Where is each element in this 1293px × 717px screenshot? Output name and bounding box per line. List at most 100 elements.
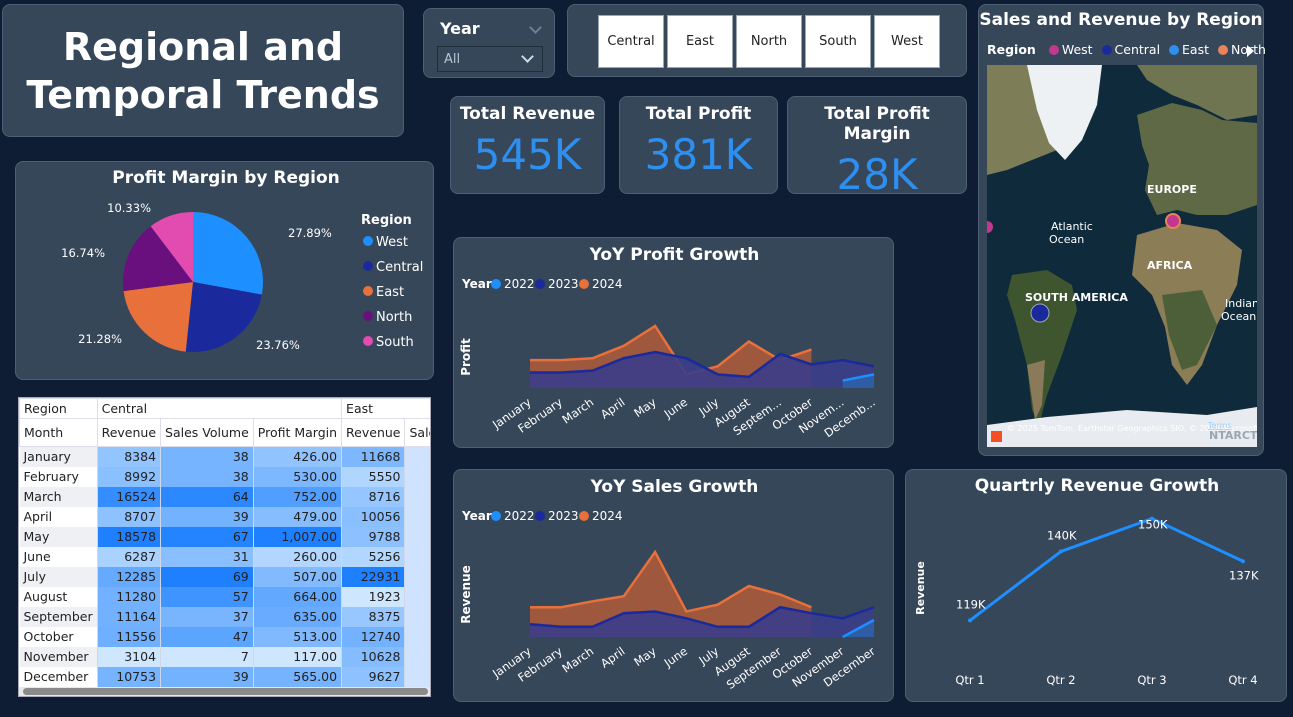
table-row[interactable]: May 18578 67 1,007.00 9788 bbox=[19, 526, 430, 547]
kpi-total-profit-margin: Total Profit Margin 28K bbox=[787, 96, 967, 199]
matrix-cell-central-sales-volume: 39 bbox=[160, 666, 254, 687]
matrix-cell-east-sales-volume bbox=[404, 606, 430, 627]
matrix-row-header: Month bbox=[19, 418, 98, 447]
map-terms-link[interactable]: Terms bbox=[1207, 421, 1232, 430]
matrix-cell-central-revenue: 3104 bbox=[97, 646, 162, 667]
matrix-table[interactable]: Region Central East Month Revenue Sales … bbox=[19, 398, 430, 687]
table-row[interactable]: September 11164 37 635.00 8375 bbox=[19, 606, 430, 627]
table-row[interactable]: March 16524 64 752.00 8716 bbox=[19, 486, 430, 507]
map-visual[interactable]: Sales and Revenue by Region Region West … bbox=[978, 4, 1266, 456]
x-tick-label: Qtr 4 bbox=[1228, 673, 1257, 687]
table-row[interactable]: April 8707 39 479.00 10056 bbox=[19, 506, 430, 527]
matrix-column-header[interactable]: Profit Margin bbox=[252, 418, 343, 447]
matrix-cell-east-revenue: 5550 bbox=[341, 466, 406, 487]
legend-next-arrow-icon[interactable] bbox=[1245, 44, 1255, 58]
matrix-cell-east-revenue: 8716 bbox=[341, 486, 406, 507]
x-tick-label: Qtr 2 bbox=[1046, 673, 1075, 687]
pie-legend-item: North bbox=[376, 310, 412, 325]
matrix-cell-central-profit-margin: 507.00 bbox=[253, 566, 343, 587]
matrix-cell-central-profit-margin: 1,007.00 bbox=[253, 526, 343, 547]
year-slicer[interactable]: Year All bbox=[423, 8, 555, 78]
region-button-west[interactable]: West bbox=[874, 15, 940, 68]
horizontal-scrollbar[interactable] bbox=[19, 687, 430, 696]
pie-legend-title: Region bbox=[361, 213, 412, 228]
legend-marker-icon bbox=[491, 511, 501, 521]
region-month-matrix[interactable]: Region Central East Month Revenue Sales … bbox=[18, 397, 431, 697]
chart-y-axis-label: Profit bbox=[459, 338, 473, 376]
map-legend-item: West bbox=[1061, 42, 1093, 57]
matrix-cell-east-revenue: 9627 bbox=[341, 666, 406, 687]
matrix-cell-central-profit-margin: 565.00 bbox=[253, 666, 343, 687]
quarterly-revenue-chart[interactable]: Quartrly Revenue Growth Revenue 119K Qtr 1 1… bbox=[906, 470, 1288, 703]
table-row[interactable]: October 11556 47 513.00 12740 bbox=[19, 626, 430, 647]
matrix-cell-central-sales-volume: 57 bbox=[160, 586, 254, 607]
matrix-cell-east-revenue: 11668 bbox=[341, 446, 406, 467]
table-row[interactable]: November 3104 7 117.00 10628 bbox=[19, 646, 430, 667]
matrix-month-cell: January bbox=[19, 446, 98, 467]
matrix-cell-east-revenue: 9788 bbox=[341, 526, 406, 547]
revenue-line bbox=[969, 516, 1244, 622]
title-card: Regional and Temporal Trends bbox=[2, 4, 404, 137]
kpi-label: Total Profit bbox=[645, 104, 752, 124]
matrix-cell-east-sales-volume bbox=[404, 546, 430, 567]
matrix-column-header[interactable]: Revenue bbox=[96, 418, 162, 447]
matrix-cell-east-revenue: 10056 bbox=[341, 506, 406, 527]
matrix-column-header[interactable]: Revenue bbox=[341, 418, 406, 447]
region-button-east[interactable]: East bbox=[667, 15, 733, 68]
matrix-cell-east-sales-volume bbox=[404, 526, 430, 547]
legend-marker-icon bbox=[491, 279, 501, 289]
matrix-cell-east-sales-volume bbox=[404, 486, 430, 507]
page-title: Regional and Temporal Trends bbox=[26, 24, 380, 117]
matrix-column-header[interactable]: Sales Volume bbox=[404, 418, 430, 447]
map-label-africa: AFRICA bbox=[1147, 259, 1193, 272]
kpi-total-revenue: Total Revenue 545K bbox=[450, 96, 605, 194]
matrix-group-header-label: Region bbox=[19, 398, 98, 419]
chart-legend-item: 2022 bbox=[504, 277, 535, 291]
map-label-south-america: SOUTH AMERICA bbox=[1025, 291, 1128, 304]
matrix-cell-central-revenue: 8707 bbox=[97, 506, 162, 527]
chart-title: Quartrly Revenue Growth bbox=[975, 476, 1220, 496]
yoy-profit-chart-panel: YoY Profit Growth Year 2022 2023 2024 Profit J… bbox=[453, 237, 894, 448]
year-dropdown[interactable]: All bbox=[437, 46, 543, 72]
scrollbar-thumb[interactable] bbox=[23, 688, 428, 695]
table-row[interactable]: July 12285 69 507.00 22931 bbox=[19, 566, 430, 587]
table-row[interactable]: December 10753 39 565.00 9627 bbox=[19, 666, 430, 687]
year-slicer-label: Year bbox=[440, 19, 480, 38]
matrix-cell-central-profit-margin: 260.00 bbox=[253, 546, 343, 567]
pie-data-label: 23.76% bbox=[256, 338, 300, 352]
matrix-month-cell: July bbox=[19, 566, 98, 587]
legend-marker-icon bbox=[363, 311, 373, 321]
region-button-south[interactable]: South bbox=[805, 15, 871, 68]
matrix-cell-central-revenue: 16524 bbox=[97, 486, 162, 507]
yoy-profit-chart[interactable]: YoY Profit Growth Year 2022 2023 2024 Profit J… bbox=[454, 238, 895, 449]
chevron-down-icon[interactable] bbox=[529, 21, 542, 34]
region-button-north[interactable]: North bbox=[736, 15, 802, 68]
matrix-cell-central-sales-volume: 31 bbox=[160, 546, 254, 567]
matrix-cell-east-sales-volume bbox=[404, 566, 430, 587]
yoy-sales-chart[interactable]: YoY Sales Growth Year 2022 2023 2024 Revenue J… bbox=[454, 470, 895, 703]
matrix-month-cell: March bbox=[19, 486, 98, 507]
pie-data-label: 16.74% bbox=[61, 246, 105, 260]
x-tick-label: March bbox=[560, 644, 597, 676]
table-row[interactable]: January 8384 38 426.00 11668 bbox=[19, 446, 430, 467]
chevron-down-icon bbox=[521, 50, 534, 63]
matrix-column-header[interactable]: Sales Volume bbox=[160, 418, 254, 447]
matrix-cell-east-revenue: 12740 bbox=[341, 626, 406, 647]
table-row[interactable]: June 6287 31 260.00 5256 bbox=[19, 546, 430, 567]
pie-slice-west[interactable] bbox=[193, 212, 263, 295]
table-row[interactable]: August 11280 57 664.00 1923 bbox=[19, 586, 430, 607]
pie-legend-item: East bbox=[376, 285, 404, 300]
x-tick-label: May bbox=[631, 644, 659, 669]
kpi-label: Total Revenue bbox=[459, 104, 596, 124]
matrix-group-central[interactable]: Central bbox=[96, 398, 343, 419]
matrix-cell-central-revenue: 18578 bbox=[97, 526, 162, 547]
map-canvas[interactable]: EUROPE Atlantic Ocean AFRICA SOUTH AMERIC… bbox=[987, 65, 1257, 447]
data-label: 119K bbox=[956, 597, 986, 611]
quarterly-revenue-chart-panel: Quartrly Revenue Growth Revenue 119K Qtr 1 1… bbox=[905, 469, 1287, 702]
chart-title: YoY Profit Growth bbox=[589, 245, 760, 265]
pie-slice-east[interactable] bbox=[123, 282, 193, 352]
matrix-group-east[interactable]: East bbox=[341, 398, 430, 419]
table-row[interactable]: February 8992 38 530.00 5550 bbox=[19, 466, 430, 487]
pie-chart[interactable]: Profit Margin by Region 27.89% 23.76% 21.2… bbox=[16, 162, 435, 381]
region-button-central[interactable]: Central bbox=[598, 15, 664, 68]
